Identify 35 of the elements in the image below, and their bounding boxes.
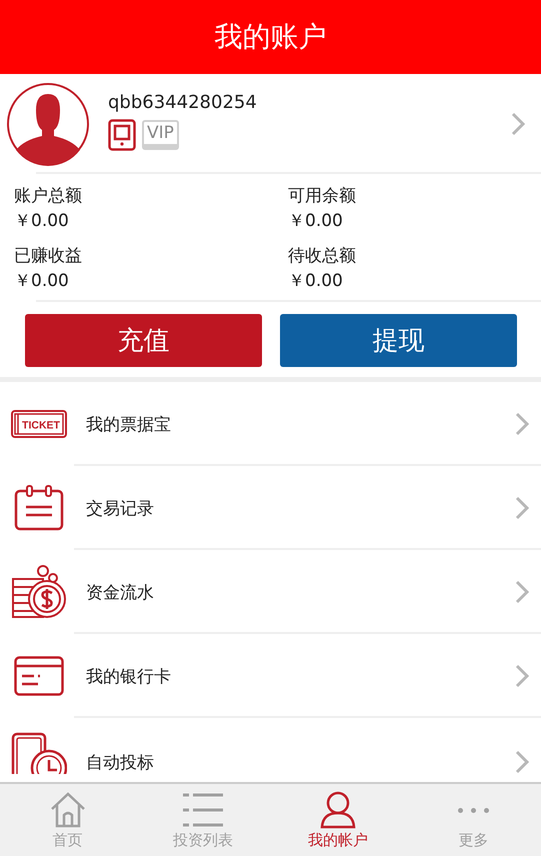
chevron-icon <box>515 664 529 688</box>
stat-label: 可用余额 <box>288 185 357 207</box>
withdraw-button[interactable]: 提现 <box>280 314 517 367</box>
stat-value: ￥0.00 <box>288 270 344 292</box>
coins-icon <box>11 565 67 619</box>
vip-badge: VIP <box>142 120 179 150</box>
menu-item[interactable]: 自动投标 <box>0 718 541 778</box>
home-icon <box>48 790 87 828</box>
recharge-button[interactable]: 充值 <box>25 314 262 367</box>
page-title: 我的账户 <box>214 19 326 55</box>
stat-label: 已赚收益 <box>14 245 83 267</box>
ticket-icon: TICKET <box>11 410 67 438</box>
stat-label: 待收总额 <box>288 245 357 267</box>
menu-item[interactable]: 交易记录 <box>0 466 541 550</box>
chevron-icon <box>515 580 529 604</box>
menu-item[interactable]: 资金流水 <box>0 550 541 634</box>
calendar-icon <box>14 485 64 531</box>
stat-value: ￥0.00 <box>288 210 344 232</box>
stat-value: ￥0.00 <box>14 270 70 292</box>
menu-item[interactable]: TICKET 我的票据宝 <box>0 382 541 466</box>
username: qbb6344280254 <box>108 92 258 113</box>
menu-item[interactable]: 我的银行卡 <box>0 634 541 718</box>
more-icon <box>458 808 489 812</box>
list-icon <box>180 790 225 828</box>
user-icon <box>319 790 358 828</box>
chevron-icon <box>515 412 529 436</box>
nav-tab[interactable]: 我的帐户 <box>270 784 406 856</box>
chevron-icon <box>515 496 529 520</box>
stat-label: 账户总额 <box>14 185 83 207</box>
clock-document-icon <box>11 732 67 774</box>
avatar-icon <box>6 82 90 166</box>
chevron-icon <box>511 112 525 136</box>
chevron-icon <box>515 750 529 774</box>
bank-card-icon <box>14 656 64 696</box>
stat-value: ￥0.00 <box>14 210 70 232</box>
